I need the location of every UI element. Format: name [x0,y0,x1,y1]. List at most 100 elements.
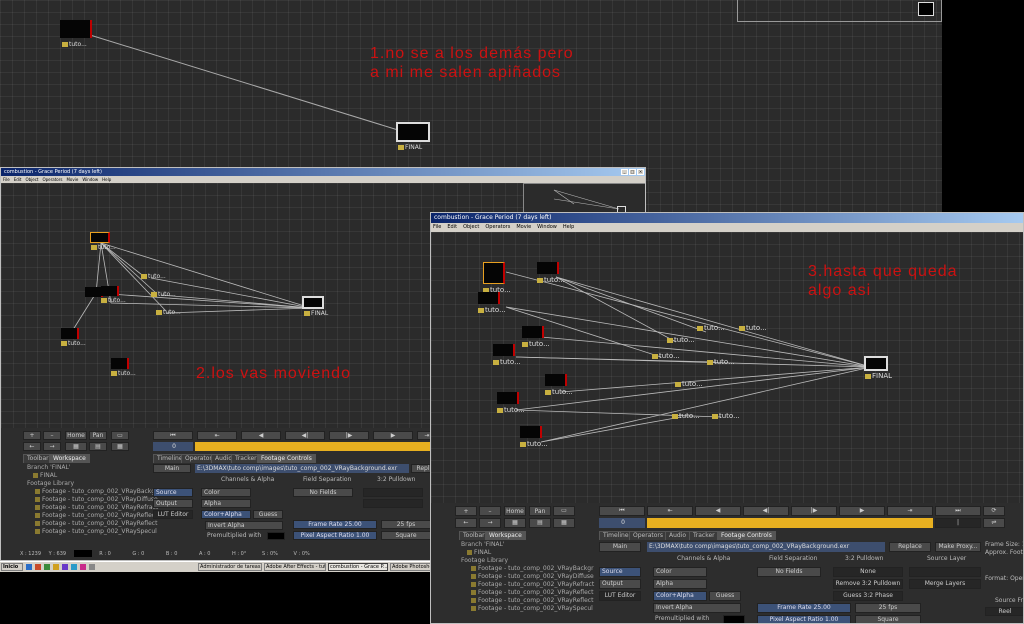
layout-icon[interactable]: ▦ [504,518,526,528]
forward-arrow-icon[interactable]: → [43,442,61,451]
go-to-start-button[interactable]: ⏮ [153,431,193,440]
tree-final-item[interactable]: FINAL [461,549,595,557]
color-option[interactable]: Color [201,488,251,497]
frame-rate-field[interactable]: Frame Rate 25.00 [757,603,851,613]
guess-button[interactable]: Guess [253,510,283,519]
menu-item-help[interactable]: Help [102,176,111,183]
step-back-button[interactable]: ◀ [695,506,741,516]
home-button[interactable]: Home [65,431,87,440]
footage-item[interactable]: Footage - tuto_comp_002_VRayDiffuse [27,496,158,504]
lut-editor-button[interactable]: LUT Editor [153,510,193,519]
square-dropdown[interactable]: Square [381,531,431,540]
footage-item[interactable]: Footage - tuto_comp_002_VRayDiffuse [461,573,595,581]
pixel-aspect-field[interactable]: Pixel Aspect Ratio 1.00 [293,531,377,540]
start-button[interactable]: Inicio [1,563,23,571]
lut-editor-button[interactable]: LUT Editor [599,591,641,601]
layout-grid-icon[interactable]: ▦ [111,442,129,451]
invert-alpha-button[interactable]: Invert Alpha [205,521,283,530]
home-button[interactable]: Home [504,506,526,516]
quick-launch-icon[interactable] [44,564,50,570]
footage-item[interactable]: Footage - tuto_comp_002_VRayRefract [461,581,595,589]
tab-timeline[interactable]: Timeline [599,531,633,540]
pulldown-option[interactable] [363,499,423,508]
quick-launch-icon[interactable] [53,564,59,570]
tab-audio[interactable]: Audio [665,531,691,540]
menu-item-edit[interactable]: Edit [447,223,457,232]
minimize-button[interactable]: _ [621,169,628,175]
layout-grid-icon[interactable]: ▦ [553,518,575,528]
zoom-out-button[interactable]: – [479,506,501,516]
step-forward-button[interactable]: ▶ [373,431,413,440]
play-button[interactable]: |▶ [791,506,837,516]
menu-item-movie[interactable]: Movie [66,176,78,183]
no-fields-dropdown[interactable]: No Fields [757,567,821,577]
tab-operators[interactable]: Operators [629,531,667,540]
taskbar-item[interactable]: Administrador de tareas... [198,563,262,571]
layout-alt-icon[interactable]: ▤ [529,518,551,528]
top-navigator[interactable] [737,0,942,22]
timeline-bar[interactable] [647,518,933,528]
quick-launch-icon[interactable] [89,564,95,570]
quick-launch-icon[interactable] [71,564,77,570]
remove-pulldown-button[interactable]: Remove 3:2 Pulldown [833,579,903,589]
play-button[interactable]: |▶ [329,431,369,440]
end-frame-field[interactable]: | [935,518,981,528]
footage-item[interactable]: Footage - tuto_comp_002_VRayReflect [27,520,157,528]
play-reverse-button[interactable]: ◀| [285,431,325,440]
pulldown-none[interactable]: None [833,567,903,577]
footage-item[interactable]: Footage - tuto_comp_002_VRayReflect [27,512,157,520]
replace-button[interactable]: Replace [889,542,931,552]
maximize-button[interactable]: □ [629,169,636,175]
footage-item[interactable]: Footage - tuto_comp_002_VRaySpecul [27,528,157,536]
fps-dropdown[interactable]: 25 fps [381,520,431,529]
color-alpha-option[interactable]: Color+Alpha [653,591,707,601]
menu-item-file[interactable]: File [433,223,441,232]
close-button[interactable]: × [637,169,644,175]
footage-item[interactable]: Footage - tuto_comp_002_VRayBackgr [461,565,595,573]
tab-workspace[interactable]: Workspace [49,454,90,463]
source-dropdown[interactable]: Source [153,488,193,497]
footage-item[interactable]: Footage - tuto_comp_002_VRayRefract [27,504,158,512]
tab-footage-controls[interactable]: Footage Controls [717,531,776,540]
footage-item[interactable]: Footage - tuto_comp_002_VRayReflect [461,589,595,597]
footage-item[interactable]: Footage - tuto_comp_002_VRayReflect [461,597,595,605]
footage-item[interactable]: Footage - tuto_comp_002_VRaySpecul [461,605,595,613]
premultiplied-color-swatch[interactable] [723,615,745,623]
merge-layers-button[interactable]: Merge Layers [909,579,981,589]
guess-button[interactable]: Guess [709,591,741,601]
menu-item-window[interactable]: Window [82,176,98,183]
branch-item[interactable]: Branch 'FINAL' [461,541,595,549]
invert-alpha-button[interactable]: Invert Alpha [653,603,741,613]
quick-launch-icon[interactable] [35,564,41,570]
quick-launch-icon[interactable] [62,564,68,570]
prev-key-button[interactable]: ⇤ [197,431,237,440]
pulldown-field[interactable] [363,488,423,497]
go-to-start-button[interactable]: ⏮ [599,506,645,516]
main-button[interactable]: Main [599,542,641,552]
view-options-icon[interactable]: ▭ [111,431,129,440]
zoom-in-button[interactable]: + [23,431,41,440]
reel-field[interactable]: Reel [985,607,1023,616]
back-arrow-icon[interactable]: ← [23,442,41,451]
color-option[interactable]: Color [653,567,707,577]
alpha-option[interactable]: Alpha [201,499,251,508]
main-button[interactable]: Main [153,464,191,473]
output-dropdown[interactable]: Output [599,579,641,589]
premultiplied-color-swatch[interactable] [267,532,285,540]
output-dropdown[interactable]: Output [153,499,193,508]
tab-workspace[interactable]: Workspace [485,531,526,540]
next-key-button[interactable]: ⇥ [887,506,933,516]
pan-button[interactable]: Pan [529,506,551,516]
playback-options-icon[interactable]: ⇌ [983,518,1005,528]
menu-item-object[interactable]: Object [463,223,479,232]
menu-item-window[interactable]: Window [537,223,557,232]
back-arrow-icon[interactable]: ← [455,518,477,528]
go-to-end-button[interactable]: ⏭ [935,506,981,516]
source-dropdown[interactable]: Source [599,567,641,577]
color-alpha-option[interactable]: Color+Alpha [201,510,251,519]
menu-item-object[interactable]: Object [25,176,38,183]
prev-key-button[interactable]: ⇤ [647,506,693,516]
window-titlebar[interactable]: combustion - Grace Period (7 days left) … [1,168,645,176]
menu-item-help[interactable]: Help [563,223,574,232]
source-layer-field[interactable] [909,567,981,577]
